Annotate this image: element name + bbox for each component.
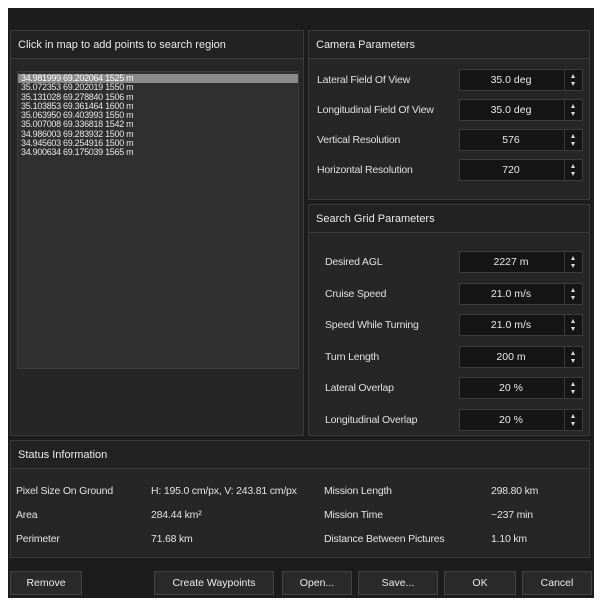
remove-button[interactable]: Remove <box>10 571 82 595</box>
ok-button[interactable]: OK <box>444 571 516 595</box>
spin-up-icon[interactable] <box>571 319 576 323</box>
status-value: 71.68 km <box>151 533 193 545</box>
spin-up-icon[interactable] <box>571 256 576 260</box>
longitudinal-overlap-label: Longitudinal Overlap <box>325 413 418 426</box>
spin-up-icon[interactable] <box>571 382 576 386</box>
param-row-lateral-overlap: Lateral Overlap 20 % <box>309 375 589 401</box>
spin-down-icon[interactable] <box>571 421 576 426</box>
status-value: 284.44 km² <box>151 509 202 521</box>
status-label: Mission Length <box>324 485 392 497</box>
spin-up-icon[interactable] <box>571 74 576 78</box>
turn-length-label: Turn Length <box>325 350 380 363</box>
lateral-field-of-view-spinbox[interactable]: 35.0 deg <box>459 69 583 91</box>
status-label: Area <box>16 509 38 521</box>
spin-down-icon[interactable] <box>571 82 576 86</box>
spin-up-icon[interactable] <box>571 413 576 418</box>
search-region-dialog: Click in map to add points to search reg… <box>8 8 594 598</box>
status-value: ~237 min <box>491 509 533 521</box>
spin-buttons[interactable] <box>564 409 582 430</box>
spin-down-icon[interactable] <box>571 264 576 268</box>
spin-up-icon[interactable] <box>571 164 576 168</box>
spin-up-icon[interactable] <box>571 104 576 108</box>
save-button[interactable]: Save... <box>358 571 438 595</box>
lateral-overlap-spinbox[interactable]: 20 % <box>459 377 583 399</box>
grid-panel-title: Search Grid Parameters <box>309 205 589 233</box>
param-row-turn-length: Turn Length 200 m <box>309 344 589 370</box>
spin-down-icon[interactable] <box>571 295 576 300</box>
longitudinal-field-of-view-value[interactable]: 35.0 deg <box>460 100 562 120</box>
status-label: Distance Between Pictures <box>324 533 445 545</box>
horizontal-resolution-spinbox[interactable]: 720 <box>459 159 583 181</box>
spin-buttons[interactable] <box>564 100 582 120</box>
speed-while-turning-label: Speed While Turning <box>325 319 419 331</box>
lateral-field-of-view-value[interactable]: 35.0 deg <box>460 70 562 90</box>
points-list[interactable]: 34.981999 69.202064 1525 m 35.072353 69.2… <box>17 71 299 369</box>
speed-while-turning-value[interactable]: 21.0 m/s <box>460 315 562 335</box>
lateral-overlap-value[interactable]: 20 % <box>460 378 562 398</box>
horizontal-resolution-label: Horizontal Resolution <box>317 164 413 176</box>
spin-buttons[interactable] <box>564 252 582 272</box>
spin-up-icon[interactable] <box>571 134 576 138</box>
spin-buttons[interactable] <box>564 130 582 150</box>
camera-panel-title: Camera Parameters <box>309 31 589 59</box>
spin-down-icon[interactable] <box>571 358 576 363</box>
longitudinal-field-of-view-spinbox[interactable]: 35.0 deg <box>459 99 583 121</box>
status-panel: Status Information Pixel Size On Ground H… <box>10 440 590 558</box>
status-value: 1.10 km <box>491 533 527 545</box>
spin-buttons[interactable] <box>564 160 582 180</box>
cruise-speed-spinbox[interactable]: 21.0 m/s <box>459 282 583 305</box>
turn-length-value[interactable]: 200 m <box>460 347 562 367</box>
spin-down-icon[interactable] <box>571 327 576 331</box>
spin-buttons[interactable] <box>564 70 582 90</box>
param-row-desired-agl: Desired AGL 2227 m <box>309 249 589 275</box>
desired-agl-label: Desired AGL <box>325 256 383 268</box>
desired-agl-spinbox[interactable]: 2227 m <box>459 251 583 273</box>
speed-while-turning-spinbox[interactable]: 21.0 m/s <box>459 314 583 336</box>
spin-buttons[interactable] <box>564 283 582 304</box>
lateral-field-of-view-label: Lateral Field Of View <box>317 74 411 86</box>
status-value: 298.80 km <box>491 485 539 497</box>
param-row-longitudinal-overlap: Longitudinal Overlap 20 % <box>309 407 589 433</box>
cancel-button[interactable]: Cancel <box>522 571 592 595</box>
spin-down-icon[interactable] <box>571 390 576 394</box>
lateral-overlap-label: Lateral Overlap <box>325 382 394 394</box>
longitudinal-overlap-value[interactable]: 20 % <box>460 410 562 430</box>
camera-parameters-panel: Camera Parameters Lateral Field Of View 3… <box>308 30 590 200</box>
spin-up-icon[interactable] <box>571 350 576 355</box>
vertical-resolution-spinbox[interactable]: 576 <box>459 129 583 151</box>
status-label: Mission Time <box>324 509 383 521</box>
status-label: Pixel Size On Ground <box>16 485 113 497</box>
param-row-vertical-resolution: Vertical Resolution 576 <box>309 127 589 153</box>
points-panel-title: Click in map to add points to search reg… <box>11 31 303 59</box>
spin-down-icon[interactable] <box>571 172 576 176</box>
horizontal-resolution-value[interactable]: 720 <box>460 160 562 180</box>
cruise-speed-label: Cruise Speed <box>325 287 387 300</box>
status-value: H: 195.0 cm/px, V: 243.81 cm/px <box>151 485 297 497</box>
status-panel-title: Status Information <box>11 441 589 469</box>
spin-down-icon[interactable] <box>571 142 576 146</box>
param-row-horizontal-resolution: Horizontal Resolution 720 <box>309 157 589 183</box>
points-panel: Click in map to add points to search reg… <box>10 30 304 436</box>
param-row-lateral-field-of-view: Lateral Field Of View 35.0 deg <box>309 67 589 93</box>
search-grid-panel: Search Grid Parameters Desired AGL 2227 m… <box>308 204 590 436</box>
spin-down-icon[interactable] <box>571 112 576 116</box>
vertical-resolution-label: Vertical Resolution <box>317 134 401 146</box>
desired-agl-value[interactable]: 2227 m <box>460 252 562 272</box>
turn-length-spinbox[interactable]: 200 m <box>459 345 583 368</box>
spin-buttons[interactable] <box>564 346 582 367</box>
cruise-speed-value[interactable]: 21.0 m/s <box>460 284 562 304</box>
spin-up-icon[interactable] <box>571 287 576 292</box>
param-row-speed-while-turning: Speed While Turning 21.0 m/s <box>309 312 589 338</box>
longitudinal-field-of-view-label: Longitudinal Field Of View <box>317 104 434 116</box>
vertical-resolution-value[interactable]: 576 <box>460 130 562 150</box>
param-row-cruise-speed: Cruise Speed 21.0 m/s <box>309 281 589 307</box>
spin-buttons[interactable] <box>564 378 582 398</box>
longitudinal-overlap-spinbox[interactable]: 20 % <box>459 408 583 431</box>
spin-buttons[interactable] <box>564 315 582 335</box>
create-waypoints-button[interactable]: Create Waypoints <box>154 571 274 595</box>
status-label: Perimeter <box>16 533 60 545</box>
param-row-longitudinal-field-of-view: Longitudinal Field Of View 35.0 deg <box>309 97 589 123</box>
point-list-item[interactable]: 34.900634 69.175039 1565 m <box>18 148 298 158</box>
open-button[interactable]: Open... <box>282 571 352 595</box>
